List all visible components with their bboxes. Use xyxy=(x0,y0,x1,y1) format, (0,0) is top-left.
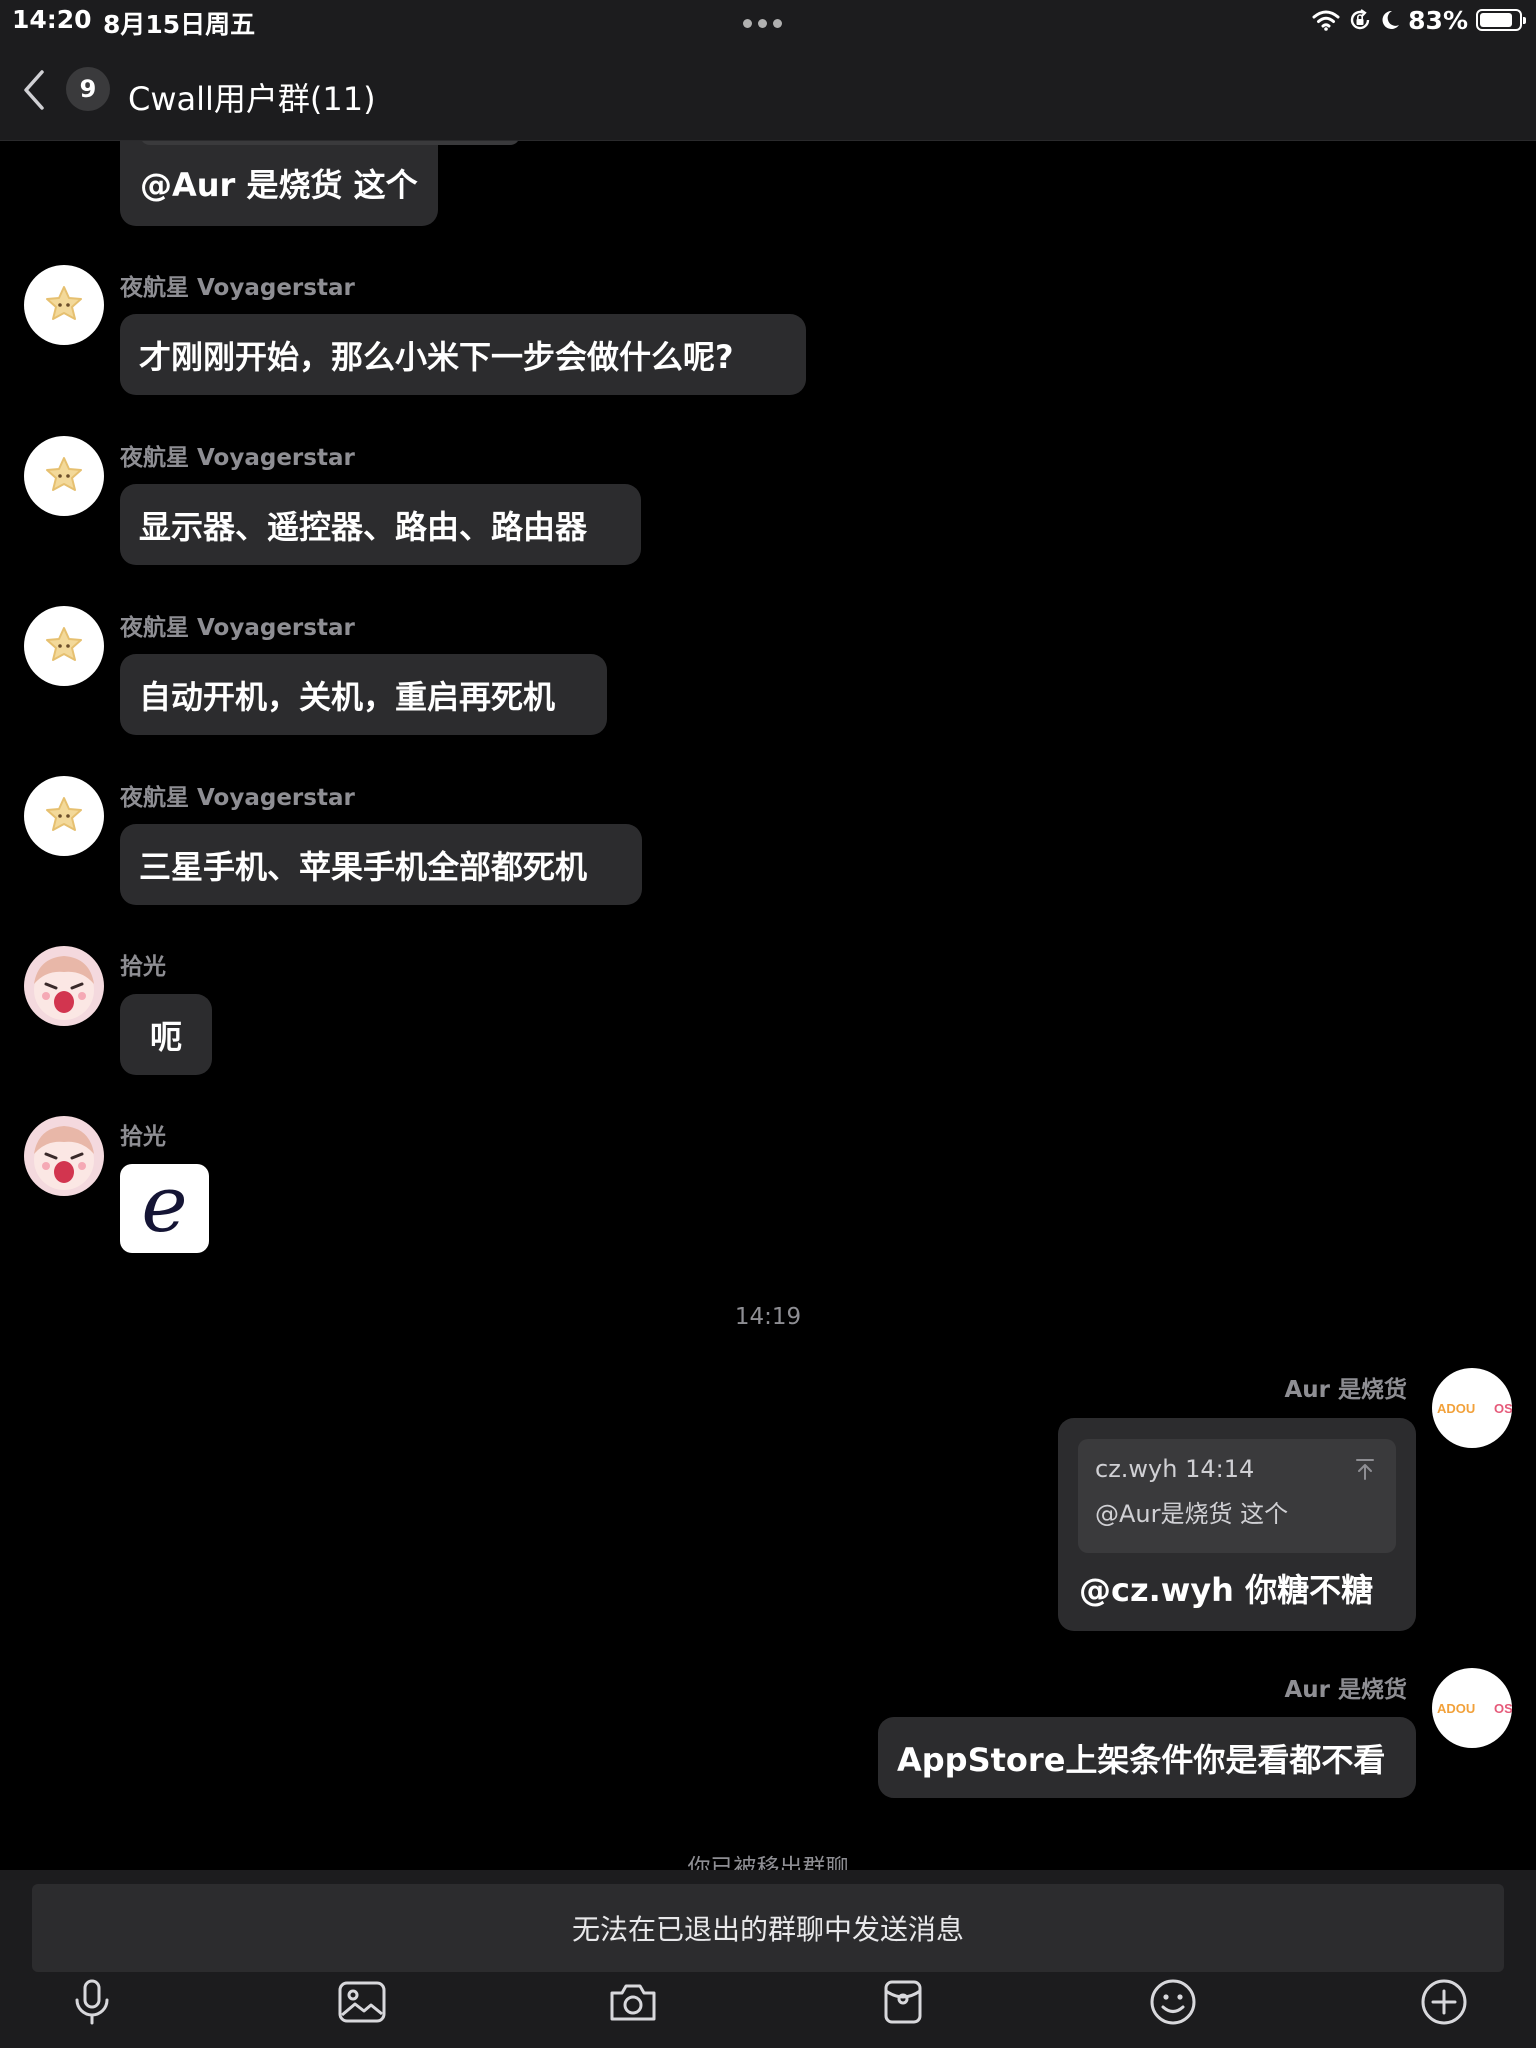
status-date: 8月15日周五 xyxy=(103,10,256,39)
battery-icon xyxy=(1476,9,1526,31)
sender-name: 夜航星 Voyagerstar xyxy=(120,615,355,641)
avatar-logo-text-left: ADOU xyxy=(1437,1401,1475,1416)
avatar[interactable] xyxy=(24,265,104,345)
message-text: 三星手机、苹果手机全部都死机 xyxy=(139,847,588,886)
quoted-message[interactable]: cz.wyh 14:14 @Aur是烧货 这个 xyxy=(1078,1439,1396,1553)
message-bubble[interactable]: @Aur 是烧货 这个 xyxy=(120,141,520,226)
quoted-message-preview[interactable] xyxy=(140,141,520,145)
microphone-icon xyxy=(75,1979,109,2025)
more-button[interactable] xyxy=(1416,1974,1472,2030)
system-notice: 你已被移出群聊 xyxy=(687,1855,849,1870)
sender-name: 夜航星 Voyagerstar xyxy=(120,275,355,301)
avatar[interactable] xyxy=(24,1116,104,1196)
status-indicators: 83% xyxy=(1312,5,1526,35)
adou-avatar-icon: ADOU OS xyxy=(1437,1401,1512,1416)
sender-name: 拾光 xyxy=(120,1124,166,1150)
chevron-left-icon xyxy=(24,70,44,110)
message-bubble[interactable]: 才刚刚开始，那么小米下一步会做什么呢? xyxy=(120,314,806,395)
star-avatar-icon xyxy=(46,627,82,661)
star-avatar-icon xyxy=(46,457,82,491)
message-text: @Aur 是烧货 这个 xyxy=(140,166,418,204)
emoji-button[interactable] xyxy=(1145,1974,1201,2030)
avatar[interactable]: ADOU OS xyxy=(1432,1368,1512,1448)
red-packet-button[interactable] xyxy=(875,1974,931,2030)
avatar[interactable] xyxy=(24,436,104,516)
message-text: AppStore上架条件你是看都不看 xyxy=(897,1740,1386,1779)
status-time: 14:20 xyxy=(12,5,92,34)
anime-avatar-icon xyxy=(34,1126,94,1190)
voice-button[interactable] xyxy=(64,1974,120,2030)
wifi-icon xyxy=(1312,10,1340,31)
battery-level xyxy=(1480,13,1512,27)
message-list[interactable]: @Aur 是烧货 这个 夜航星 Voyagerstar 才刚刚开始，那么小米下一… xyxy=(0,141,1536,1870)
unread-count-badge: 9 xyxy=(66,67,110,111)
quoted-text: @Aur是烧货 这个 xyxy=(1095,1500,1289,1528)
sender-name: 夜航星 Voyagerstar xyxy=(120,785,355,811)
red-packet-icon xyxy=(884,1980,922,2024)
camera-icon xyxy=(610,1984,656,2021)
avatar-logo-text-right: OS xyxy=(1494,1401,1512,1416)
emoji-icon xyxy=(1150,1979,1196,2025)
sender-name: 拾光 xyxy=(120,954,166,980)
message-bubble[interactable]: 三星手机、苹果手机全部都死机 xyxy=(120,824,642,905)
message-bubble[interactable]: AppStore上架条件你是看都不看 xyxy=(878,1717,1416,1798)
message-text: 呃 xyxy=(149,1017,182,1056)
group-title[interactable]: Cwall用户群(11) xyxy=(128,74,376,120)
jump-to-quote-icon[interactable] xyxy=(1354,1457,1376,1481)
sticker-letter: e xyxy=(141,1164,188,1250)
avatar-logo-text-left: ADOU xyxy=(1437,1701,1475,1716)
sender-name: Aur 是烧货 xyxy=(1284,1377,1407,1403)
moon-icon xyxy=(1382,10,1400,29)
star-avatar-icon xyxy=(46,286,82,320)
image-icon xyxy=(338,1981,386,2023)
avatar[interactable] xyxy=(24,606,104,686)
avatar[interactable] xyxy=(24,946,104,1026)
message-text: 自动开机，关机，重启再死机 xyxy=(139,677,556,716)
status-bar: 14:20 8月15日周五 83% xyxy=(0,0,1536,40)
message-bubble[interactable]: 显示器、遥控器、路由、路由器 xyxy=(120,484,641,565)
sender-name: Aur 是烧货 xyxy=(1284,1677,1407,1703)
sticker-message[interactable]: e xyxy=(120,1164,209,1253)
camera-button[interactable] xyxy=(605,1974,661,2030)
multitasking-dots-icon[interactable] xyxy=(743,19,782,28)
photo-button[interactable] xyxy=(334,1974,390,2030)
star-avatar-icon xyxy=(46,797,82,831)
message-text: 才刚刚开始，那么小米下一步会做什么呢? xyxy=(139,337,734,376)
back-button[interactable]: 9 xyxy=(22,64,122,116)
message-bubble[interactable]: 呃 xyxy=(120,994,212,1075)
input-area: 无法在已退出的群聊中发送消息 xyxy=(0,1870,1536,2048)
battery-percentage: 83% xyxy=(1408,5,1468,35)
anime-avatar-icon xyxy=(34,956,94,1020)
avatar-logo-text-right: OS xyxy=(1494,1701,1512,1716)
message-text: @cz.wyh 你糖不糖 xyxy=(1079,1571,1374,1609)
message-bubble[interactable]: 自动开机，关机，重启再死机 xyxy=(120,654,607,735)
sender-name: 夜航星 Voyagerstar xyxy=(120,445,355,471)
quoted-sender-time: cz.wyh 14:14 xyxy=(1095,1455,1255,1483)
avatar[interactable] xyxy=(24,776,104,856)
orientation-lock-icon xyxy=(1350,9,1370,30)
time-divider: 14:19 xyxy=(734,1304,802,1330)
chat-header: 9 Cwall用户群(11) xyxy=(0,40,1536,141)
adou-avatar-icon: ADOU OS xyxy=(1437,1701,1512,1716)
message-text: 显示器、遥控器、路由、路由器 xyxy=(139,507,588,546)
avatar[interactable]: ADOU OS xyxy=(1432,1668,1512,1748)
disabled-input-notice: 无法在已退出的群聊中发送消息 xyxy=(32,1884,1504,1972)
plus-icon xyxy=(1421,1979,1467,2025)
